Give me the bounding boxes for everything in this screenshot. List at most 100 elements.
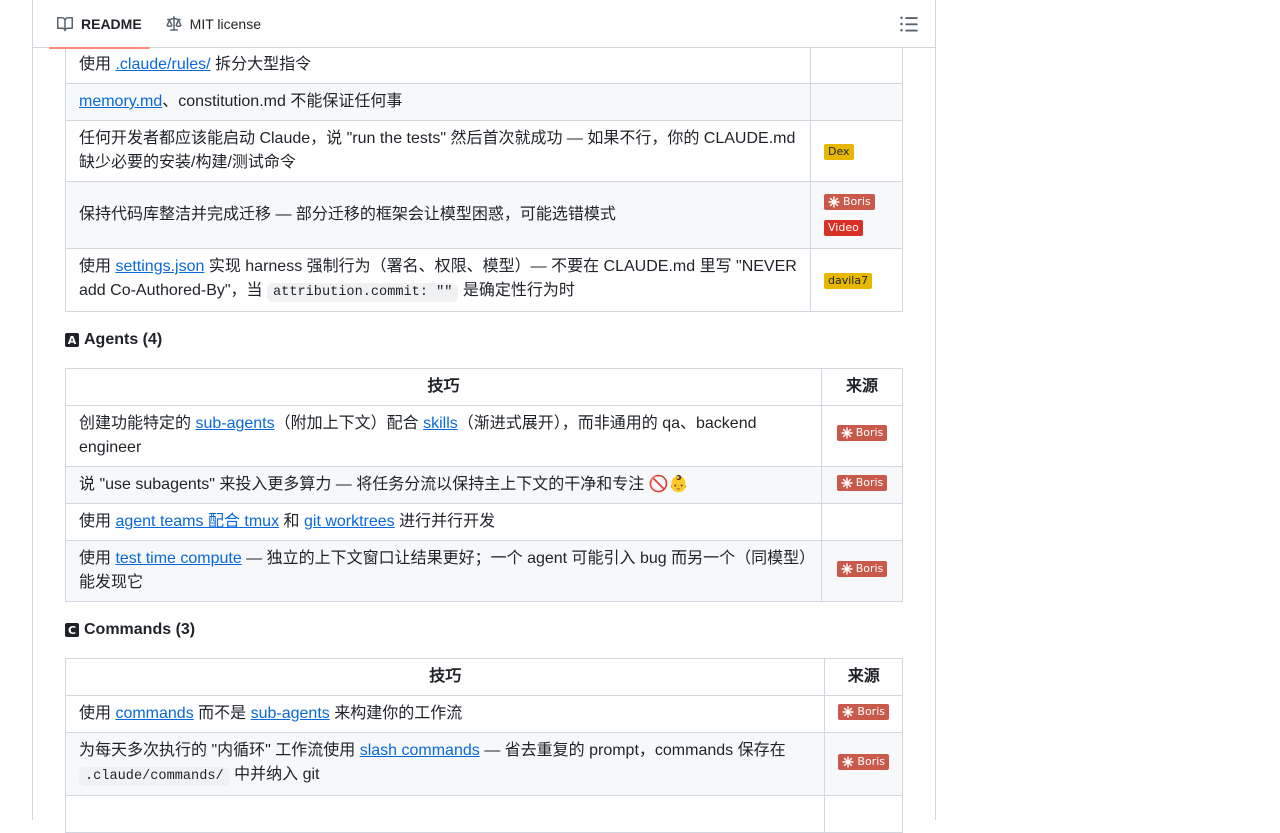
col-header-source: 来源: [824, 658, 903, 696]
source-badge-video[interactable]: Video: [824, 220, 863, 236]
tip-text: 为每天多次执行的 "内循环" 工作流使用: [79, 742, 360, 759]
claude-spark-icon: [842, 706, 855, 718]
badge-label: Boris: [855, 426, 884, 439]
source-badge-boris[interactable]: Boris: [836, 561, 888, 577]
badge-label: Boris: [857, 755, 885, 768]
tip-text: 使用: [79, 550, 116, 567]
tip-text: 拆分大型指令: [210, 56, 312, 73]
badge-label: Boris: [843, 195, 871, 208]
badge-label: Boris: [857, 705, 885, 718]
table-row: 使用 settings.json 实现 harness 强制行为（署名、权限、模…: [64, 248, 903, 312]
table-row: 创建功能特定的 sub-agents（附加上下文）配合 skills（渐进式展开…: [65, 405, 903, 467]
test-time-compute-link[interactable]: test time compute: [115, 550, 241, 567]
tip-cell: 说 "use subagents" 来投入更多算力 — 将任务分流以保持主上下文…: [65, 466, 822, 504]
tip-text: 和: [279, 513, 304, 530]
attribution-code: attribution.commit: "": [267, 283, 459, 302]
tip-text: 进行并行开发: [394, 513, 496, 530]
source-badge-boris[interactable]: Boris: [836, 425, 888, 441]
source-cell: Boris: [821, 405, 903, 467]
commands-heading-text: Commands (3): [84, 621, 196, 638]
tip-cell: 创建功能特定的 sub-agents（附加上下文）配合 skills（渐进式展开…: [65, 405, 822, 467]
table-row: 说 "use subagents" 来投入更多算力 — 将任务分流以保持主上下文…: [65, 466, 903, 504]
source-badge-boris[interactable]: Boris: [838, 754, 889, 770]
tip-text: 使用: [79, 705, 116, 722]
memory-md-link[interactable]: memory.md: [79, 93, 162, 110]
tab-readme-label: README: [81, 15, 142, 32]
source-badge-boris[interactable]: Boris: [836, 475, 888, 491]
tip-text: 使用: [79, 56, 116, 73]
col-header-source: 来源: [821, 368, 903, 406]
sub-agents-link[interactable]: sub-agents: [251, 705, 330, 722]
source-cell: [821, 503, 903, 541]
table-row: ​: [64, 795, 903, 833]
table-row: 保持代码库整洁并完成迁移 — 部分迁移的框架会让模型困惑，可能选错模式 Bori…: [64, 181, 903, 249]
tab-readme[interactable]: README: [49, 0, 150, 49]
claude-spark-icon: [841, 477, 853, 489]
badge-label: Boris: [855, 562, 884, 575]
tip-text: 是确定性行为时: [458, 282, 575, 299]
readme-tabbar: README MIT license: [33, 0, 935, 49]
tip-text: — 省去重复的 prompt，commands 保存在: [479, 742, 786, 759]
source-cell: Boris: [824, 695, 903, 733]
tip-text: 来构建你的工作流: [329, 705, 463, 722]
sub-agents-link[interactable]: sub-agents: [195, 415, 274, 432]
claude-spark-icon: [842, 756, 855, 768]
table-header-row: 技巧 来源: [64, 658, 903, 696]
tab-license[interactable]: MIT license: [158, 0, 269, 48]
table-row: 为每天多次执行的 "内循环" 工作流使用 slash commands — 省去…: [64, 732, 903, 796]
tip-cell: memory.md、constitution.md 不能保证任何事: [64, 83, 812, 121]
tip-cell: ​: [64, 795, 826, 833]
agents-table: 技巧 来源 创建功能特定的 sub-agents（附加上下文）配合 skills…: [65, 368, 903, 602]
tip-cell: 保持代码库整洁并完成迁移 — 部分迁移的框架会让模型困惑，可能选错模式: [64, 181, 812, 249]
tip-text: 说 "use subagents" 来投入更多算力 — 将任务分流以保持主上下文…: [79, 476, 689, 493]
tip-cell: 任何开发者都应该能启动 Claude，说 "run the tests" 然后首…: [64, 120, 812, 182]
source-badge-boris[interactable]: Boris: [824, 194, 875, 210]
table-row: 使用 .claude/rules/ 拆分大型指令: [64, 46, 903, 84]
tip-text: 创建功能特定的: [79, 415, 196, 432]
tip-text: 任何开发者都应该能启动 Claude，说 "run the tests" 然后首…: [79, 130, 796, 171]
tip-cell: 使用 agent teams 配合 tmux 和 git worktrees 进…: [65, 503, 822, 541]
source-cell: [810, 46, 903, 84]
claude-spark-icon: [841, 563, 853, 575]
source-badge-boris[interactable]: Boris: [838, 704, 889, 720]
table-row: 使用 commands 而不是 sub-agents 来构建你的工作流 Bori…: [64, 695, 903, 733]
memory-tips-table: ​ 使用 .claude/rules/ 拆分大型指令 memory.md、con…: [64, 8, 903, 312]
slash-commands-link[interactable]: slash commands: [360, 742, 480, 759]
agents-heading: A Agents (4): [65, 328, 903, 352]
table-row: 使用 test time compute — 独立的上下文窗口让结果更好；一个 …: [65, 540, 903, 602]
tab-license-label: MIT license: [189, 15, 261, 32]
source-cell: [824, 795, 903, 833]
tip-text: 中并纳入 git: [229, 766, 320, 783]
tip-text: 保持代码库整洁并完成迁移 — 部分迁移的框架会让模型困惑，可能选错模式: [79, 206, 616, 223]
tip-text: 使用: [79, 513, 116, 530]
table-row: memory.md、constitution.md 不能保证任何事: [64, 83, 903, 121]
commands-link[interactable]: commands: [115, 705, 193, 722]
settings-json-link[interactable]: settings.json: [115, 258, 204, 275]
claude-spark-icon: [828, 196, 840, 208]
commands-heading: C Commands (3): [65, 618, 903, 642]
source-badge-dex[interactable]: Dex: [824, 144, 854, 160]
source-cell: [810, 83, 903, 121]
outline-toggle-button[interactable]: [899, 14, 919, 34]
git-worktrees-link[interactable]: git worktrees: [304, 513, 395, 530]
source-cell: Boris: [824, 732, 903, 796]
commands-letter-icon: C: [65, 623, 79, 637]
tip-cell: 为每天多次执行的 "内循环" 工作流使用 slash commands — 省去…: [64, 732, 826, 796]
claude-spark-icon: [841, 427, 853, 439]
book-icon: [57, 16, 73, 32]
source-badge-davila7[interactable]: davila7: [824, 273, 873, 289]
list-unordered-icon: [900, 16, 918, 32]
tip-text: （附加上下文）配合: [274, 415, 424, 432]
agents-letter-icon: A: [65, 333, 79, 347]
readme-container: README MIT license ​ 使用 .claude/rules/ 拆…: [32, 0, 936, 833]
tip-cell: 使用 commands 而不是 sub-agents 来构建你的工作流: [64, 695, 826, 733]
skills-link[interactable]: skills: [423, 415, 458, 432]
agent-teams-link[interactable]: agent teams 配合 tmux: [115, 513, 279, 530]
badge-label: Boris: [855, 476, 884, 489]
source-cell: Dex: [810, 120, 903, 182]
rules-dir-link[interactable]: .claude/rules/: [115, 56, 210, 73]
commands-dir-code: .claude/commands/: [79, 767, 230, 786]
table-row: 任何开发者都应该能启动 Claude，说 "run the tests" 然后首…: [64, 120, 903, 182]
table-row: 使用 agent teams 配合 tmux 和 git worktrees 进…: [65, 503, 903, 541]
tip-cell: 使用 .claude/rules/ 拆分大型指令: [64, 46, 812, 84]
